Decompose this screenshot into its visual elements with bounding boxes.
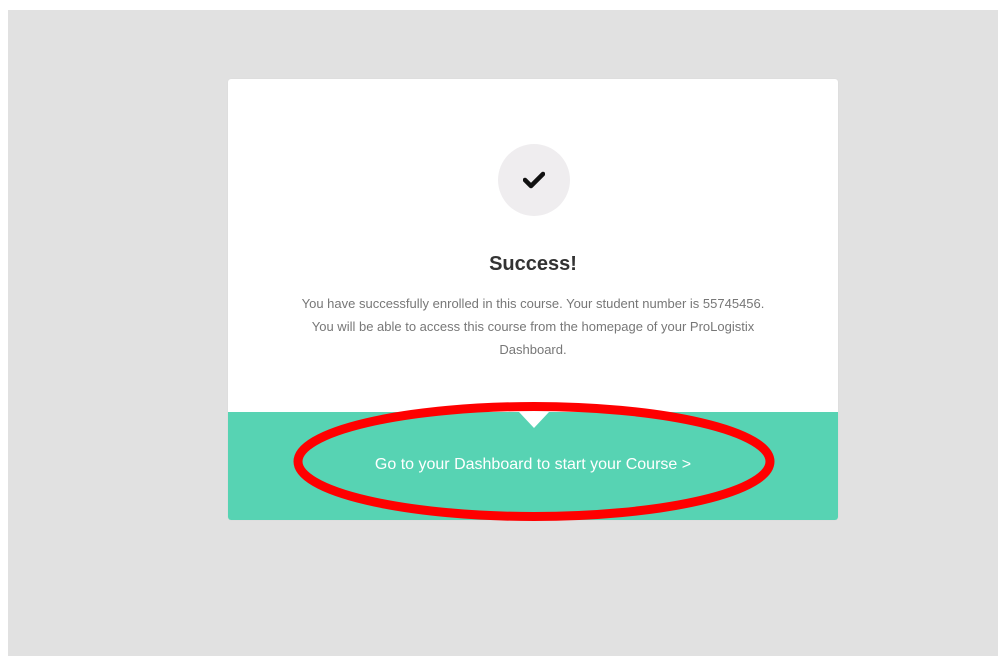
modal-message: You have successfully enrolled in this c… (248, 292, 818, 361)
dashboard-cta-label[interactable]: Go to your Dashboard to start your Cours… (228, 456, 838, 474)
success-icon-circle (498, 144, 570, 216)
footer-pointer-notch (519, 412, 549, 428)
success-modal: Success! You have successfully enrolled … (228, 79, 838, 520)
checkmark-icon (523, 171, 545, 189)
modal-title: Success! (489, 253, 577, 275)
message-line: Dashboard. (499, 342, 567, 357)
message-line: You will be able to access this course f… (311, 319, 755, 334)
dashboard-cta-button[interactable]: Go to your Dashboard to start your Cours… (228, 412, 838, 520)
message-line: You have successfully enrolled in this c… (301, 296, 765, 311)
